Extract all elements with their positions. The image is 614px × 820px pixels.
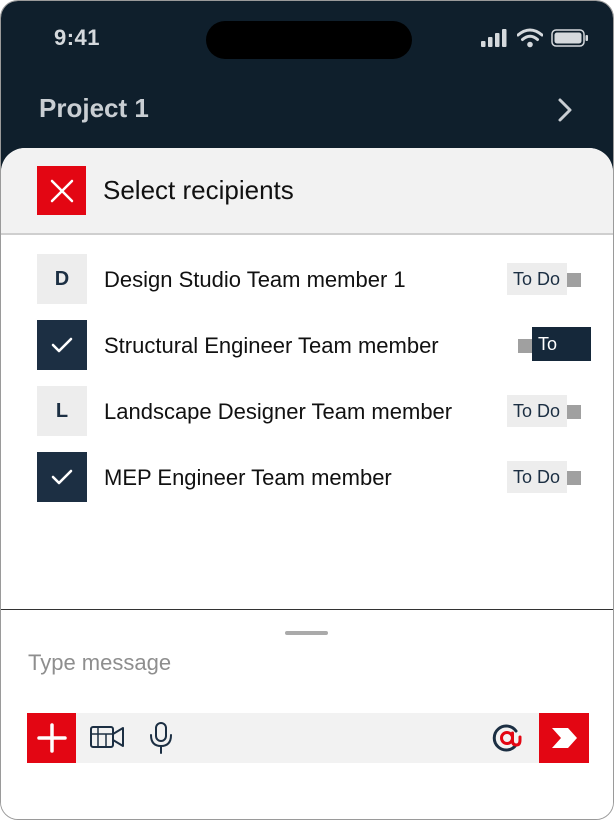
sheet-title: Select recipients (103, 175, 294, 205)
camera-notch (206, 21, 412, 59)
sheet-header: Select recipients (1, 148, 613, 235)
avatar[interactable]: D (37, 254, 87, 304)
recipient-name: MEP Engineer Team member (104, 465, 392, 490)
microphone-icon[interactable] (148, 721, 174, 755)
selected-checkbox[interactable] (37, 452, 87, 502)
drag-handle[interactable] (285, 631, 328, 635)
recipient-name: Structural Engineer Team member (104, 333, 439, 358)
recipient-name: Landscape Designer Team member (104, 399, 453, 424)
message-input[interactable]: Type message (28, 650, 171, 676)
status-badge[interactable]: To Do (507, 461, 567, 493)
check-icon (51, 337, 73, 353)
status-badge[interactable]: To Do (507, 263, 567, 295)
check-icon (51, 469, 73, 485)
selected-checkbox[interactable] (37, 320, 87, 370)
status-badge[interactable]: To Do (507, 395, 567, 427)
toggle-knob[interactable] (567, 405, 581, 419)
composer-toolbar (27, 713, 589, 763)
divider (1, 609, 613, 610)
avatar[interactable]: L (37, 386, 87, 436)
close-icon (50, 179, 73, 202)
status-badge[interactable]: To Do (532, 327, 591, 388)
close-button[interactable] (37, 166, 86, 215)
send-button[interactable] (539, 713, 589, 763)
status-icons (481, 27, 589, 49)
battery-icon (551, 29, 588, 47)
at-sign-icon[interactable] (489, 720, 525, 756)
toggle-knob[interactable] (518, 339, 532, 353)
recipient-name: Design Studio Team member 1 (104, 267, 406, 292)
recipient-row[interactable]: MEP Engineer Team member To Do (1, 452, 613, 502)
toggle-knob[interactable] (567, 273, 581, 287)
recipient-row[interactable]: D Design Studio Team member 1 To Do (1, 254, 613, 304)
recipient-row[interactable]: L Landscape Designer Team member To Do (1, 386, 613, 436)
chevron-right-icon[interactable] (557, 97, 573, 123)
recipients-sheet: Select recipients D Design Studio Team m… (1, 148, 613, 819)
signal-icon (481, 29, 507, 47)
add-attachment-button[interactable] (27, 713, 76, 763)
project-title: Project 1 (39, 93, 149, 123)
recipient-row[interactable]: Structural Engineer Team member To Do (1, 320, 613, 388)
wifi-icon (517, 28, 543, 48)
video-icon[interactable] (89, 723, 125, 751)
status-time: 9:41 (54, 25, 101, 50)
send-icon (552, 728, 577, 748)
toggle-knob[interactable] (567, 471, 581, 485)
phone-screen: 9:41 Project 1 Select recipients D Desig… (0, 0, 614, 820)
plus-icon (36, 723, 67, 753)
